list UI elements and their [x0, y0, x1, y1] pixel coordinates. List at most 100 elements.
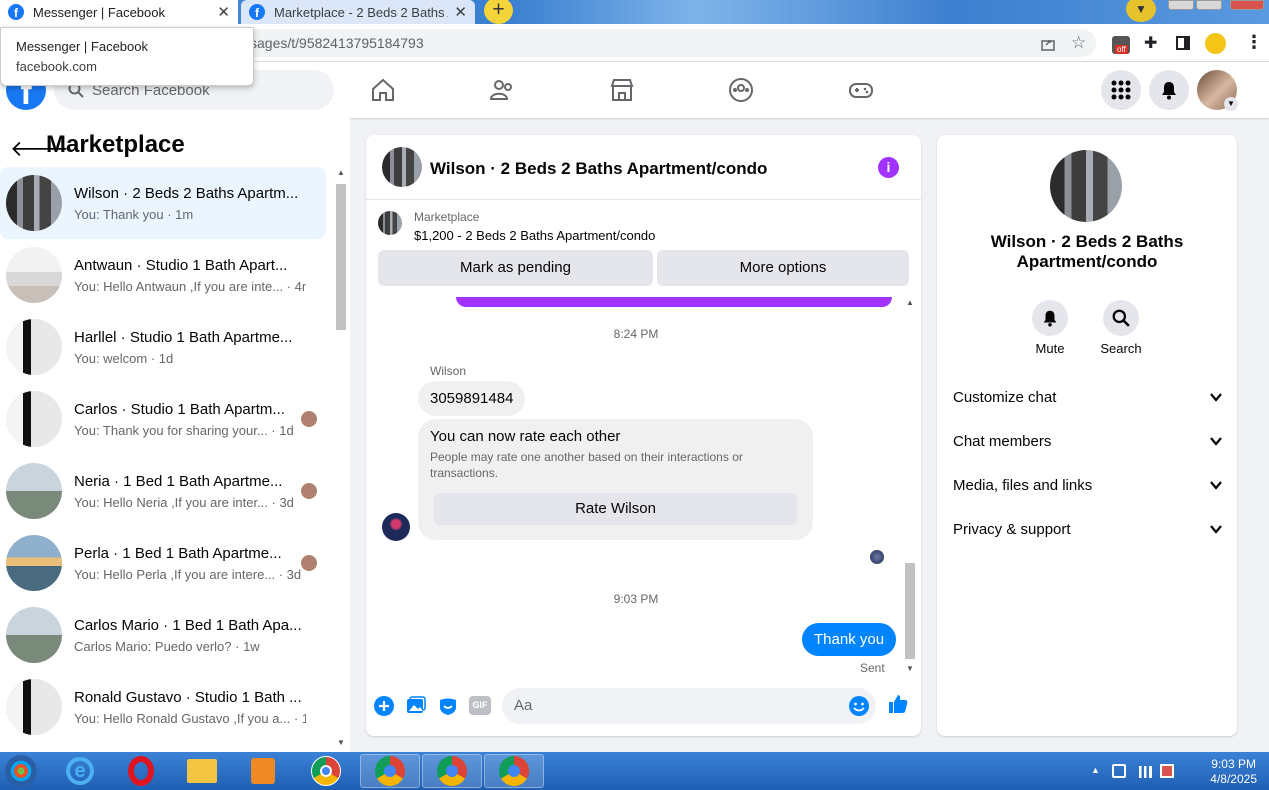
mark-as-pending-button[interactable]: Mark as pending: [378, 250, 653, 286]
close-window-button[interactable]: [1230, 0, 1264, 10]
chat-title[interactable]: Wilson · 2 Beds 2 Baths Apartment/condo: [430, 159, 767, 179]
friends-icon[interactable]: [488, 76, 516, 104]
windows-taskbar: e ▲ 9:03 PM 4/8/2025: [0, 752, 1269, 790]
add-plus-icon[interactable]: [373, 695, 395, 717]
conversation-item[interactable]: Antwaun · Studio 1 Bath Apart... You: Hel…: [0, 239, 326, 311]
thumbs-up-icon[interactable]: [887, 693, 909, 715]
emoji-icon[interactable]: [848, 695, 870, 717]
scroll-up-icon[interactable]: ▲: [337, 168, 345, 177]
details-row[interactable]: Privacy & support: [953, 507, 1223, 551]
opera-taskbar-icon[interactable]: [111, 754, 171, 788]
home-icon[interactable]: [369, 76, 397, 104]
more-options-button[interactable]: More options: [657, 250, 909, 286]
chevron-down-icon: [1210, 437, 1222, 446]
conversation-preview: You: welcom · 1d: [74, 350, 174, 366]
scroll-down-icon[interactable]: ▼: [337, 738, 345, 747]
search-icon: [1112, 309, 1130, 327]
details-row[interactable]: Chat members: [953, 419, 1223, 463]
sent-message[interactable]: Thank you: [802, 623, 897, 656]
tab-messenger[interactable]: f Messenger | Facebook ✕: [0, 0, 238, 24]
timestamp: 8:24 PM: [613, 327, 659, 341]
search-chat-button[interactable]: [1103, 300, 1139, 336]
conversation-scrollbar[interactable]: ▲ ▼: [334, 168, 348, 748]
mute-button[interactable]: [1032, 300, 1068, 336]
close-tab-icon[interactable]: ✕: [454, 3, 467, 21]
details-name: Wilson · 2 Beds 2 Baths Apartment/condo: [990, 232, 1184, 271]
marketplace-icon[interactable]: [608, 76, 636, 104]
details-row[interactable]: Customize chat: [953, 375, 1223, 419]
received-message[interactable]: 3059891484: [418, 381, 526, 416]
conversation-item[interactable]: Ronald Gustavo · Studio 1 Bath ... You: H…: [0, 671, 326, 743]
maximize-button[interactable]: [1196, 0, 1222, 10]
conversation-item[interactable]: Carlos Mario · 1 Bed 1 Bath Apa... Carlos…: [0, 599, 326, 671]
scroll-up-icon[interactable]: ▲: [906, 298, 914, 307]
conversation-text: Carlos Mario · 1 Bed 1 Bath Apa... Carlos…: [74, 617, 306, 654]
media-player-taskbar-icon[interactable]: [233, 754, 293, 788]
conversation-item[interactable]: Carlos · Studio 1 Bath Apartm... You: Tha…: [0, 383, 326, 455]
tab-marketplace[interactable]: f Marketplace - 2 Beds 2 Baths Ap ✕: [241, 0, 475, 24]
listing-photo[interactable]: [1050, 150, 1122, 222]
show-hidden-icons[interactable]: ▲: [1091, 765, 1100, 775]
conversation-item[interactable]: Neria · 1 Bed 1 Bath Apartme... You: Hell…: [0, 455, 326, 527]
menu-grid-button[interactable]: [1101, 70, 1141, 110]
conversation-item[interactable]: Harllel · Studio 1 Bath Apartme... You: w…: [0, 311, 326, 383]
scroll-thumb[interactable]: [336, 184, 346, 330]
file-explorer-taskbar-icon[interactable]: [172, 754, 232, 788]
chrome-profile-taskbar-icon[interactable]: [484, 754, 544, 788]
start-button[interactable]: [0, 752, 42, 790]
gaming-icon[interactable]: [847, 76, 875, 104]
signal-tray-icon[interactable]: [1136, 766, 1152, 778]
conversation-thumbnail: [6, 535, 62, 591]
conversation-item[interactable]: Wilson · 2 Beds 2 Baths Apartm... You: Th…: [0, 167, 326, 239]
close-tab-icon[interactable]: ✕: [217, 3, 230, 21]
minimize-button[interactable]: [1168, 0, 1194, 10]
browser-menu-icon[interactable]: ⋮: [1245, 32, 1263, 53]
sticker-icon[interactable]: [437, 695, 459, 717]
profile-icon[interactable]: [1205, 33, 1226, 54]
info-icon[interactable]: i: [878, 157, 899, 178]
conversation-name: Harllel · Studio 1 Bath Apartme...: [74, 328, 293, 346]
details-row[interactable]: Media, files and links: [953, 463, 1223, 507]
chrome-profile-taskbar-icon[interactable]: [422, 754, 482, 788]
tab-title: Marketplace - 2 Beds 2 Baths Ap: [274, 4, 449, 20]
gif-icon[interactable]: GIF: [469, 696, 491, 715]
new-tab-button[interactable]: +: [484, 0, 513, 24]
groups-icon[interactable]: [727, 76, 755, 104]
browser-tab-bar: f Messenger | Facebook ✕ f Marketplace -…: [0, 0, 1269, 24]
message-input[interactable]: Aa: [502, 688, 876, 724]
conversation-name: Antwaun · Studio 1 Bath Apart...: [74, 256, 288, 274]
chevron-down-icon: [1210, 481, 1222, 490]
photo-icon[interactable]: [405, 695, 427, 717]
sender-name: Wilson: [430, 364, 467, 378]
chrome-profile-taskbar-icon[interactable]: [360, 754, 420, 788]
address-bar[interactable]: sages/t/9582413795184793: [236, 29, 1096, 57]
extension-icon[interactable]: off: [1112, 36, 1130, 54]
seen-avatar: [301, 411, 317, 427]
share-icon[interactable]: [1040, 36, 1056, 52]
rate-wilson-button[interactable]: Rate Wilson: [434, 493, 797, 525]
scroll-down-icon[interactable]: ▼: [906, 664, 914, 673]
bookmark-star-icon[interactable]: ☆: [1071, 33, 1086, 53]
account-chevron-icon[interactable]: ▼: [1224, 97, 1238, 111]
tab-hover-tooltip: Messenger | Facebook facebook.com: [0, 27, 254, 86]
puzzle-extensions-icon[interactable]: ✚: [1144, 33, 1157, 53]
sender-avatar[interactable]: [382, 513, 410, 541]
message-thread: 8:24 PM Wilson 3059891484 You can now ra…: [366, 297, 906, 675]
network-tray-icon[interactable]: [1112, 764, 1126, 778]
system-clock[interactable]: 9:03 PM 4/8/2025: [1210, 757, 1257, 787]
side-panel-icon[interactable]: [1176, 36, 1190, 50]
conversation-preview: You: Hello Neria ,If you are inter... · …: [74, 494, 294, 510]
scroll-thumb[interactable]: [905, 563, 915, 659]
tab-search-chevron-icon[interactable]: ▼: [1126, 0, 1156, 22]
internet-explorer-taskbar-icon[interactable]: e: [50, 754, 110, 788]
rate-card-title: You can now rate each other: [430, 428, 621, 445]
volume-muted-tray-icon[interactable]: [1160, 764, 1174, 778]
chrome-taskbar-icon[interactable]: [296, 754, 356, 788]
notifications-button[interactable]: [1149, 70, 1189, 110]
rate-card: You can now rate each other People may r…: [418, 419, 813, 540]
chat-thumbnail[interactable]: [382, 147, 422, 187]
chat-window: Wilson · 2 Beds 2 Baths Apartment/condo …: [366, 135, 921, 736]
conversation-item[interactable]: Perla · 1 Bed 1 Bath Apartme... You: Hell…: [0, 527, 326, 599]
chat-scrollbar[interactable]: ▲ ▼: [903, 298, 917, 676]
listing-price-title[interactable]: $1,200 - 2 Beds 2 Baths Apartment/condo: [414, 228, 655, 243]
